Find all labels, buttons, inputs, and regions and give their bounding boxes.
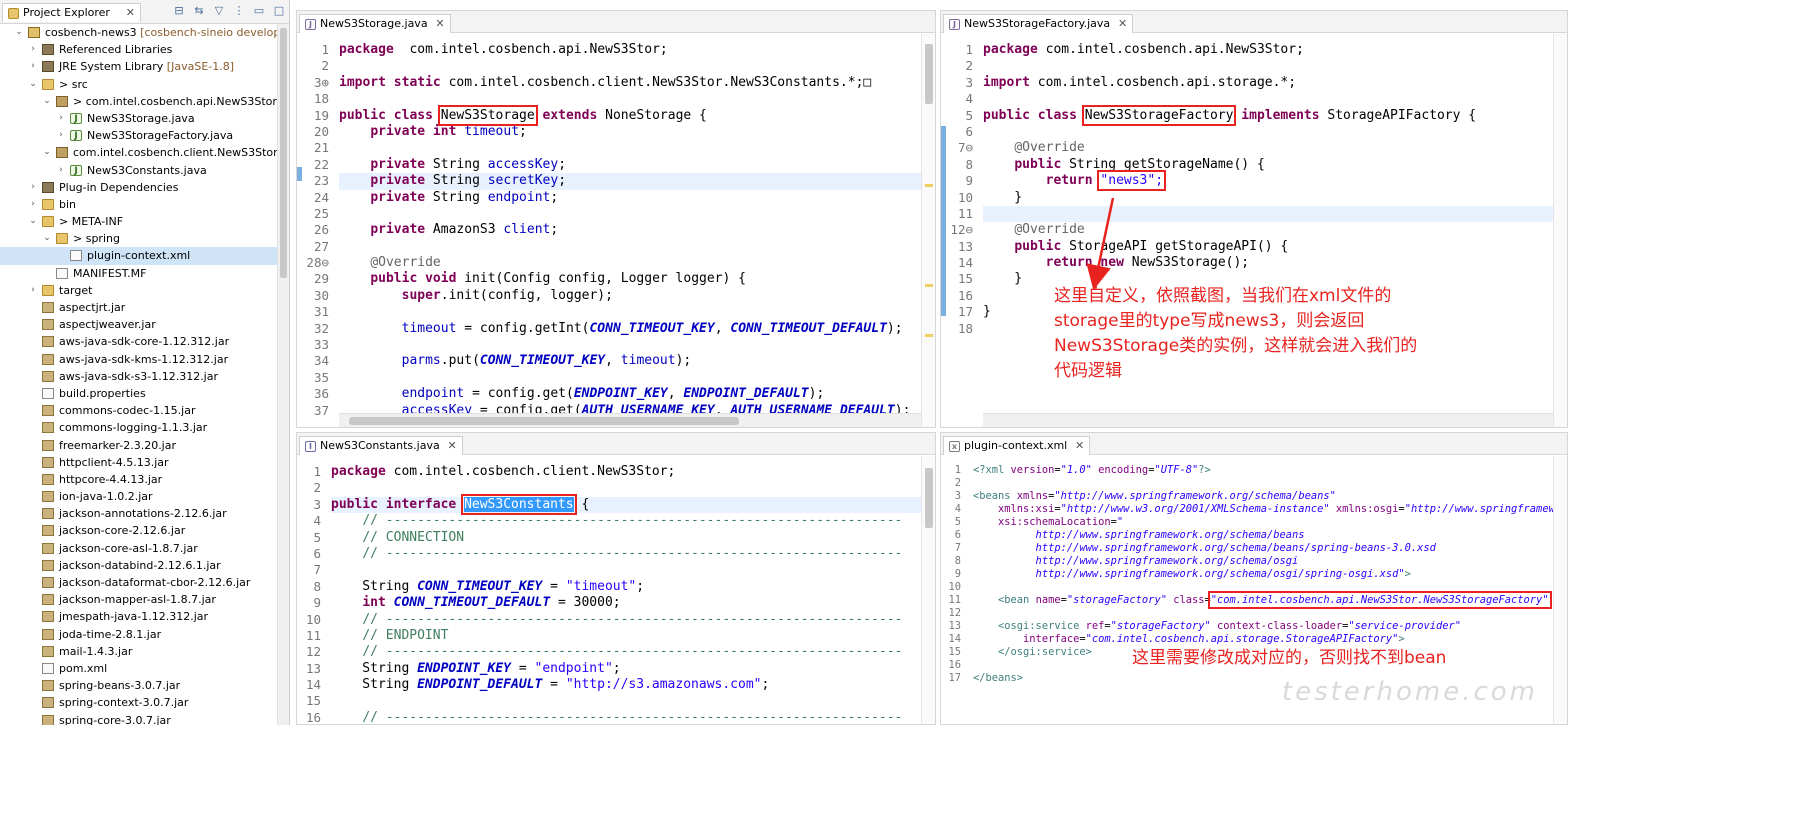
- factory-annotation: 这里自定义，依照截图，当我们在xml文件的 storage里的type写成new…: [1054, 284, 1417, 384]
- annotation-line: 代码逻辑: [1054, 361, 1122, 381]
- annotation-line: storage里的type写成news3，则会返回: [1054, 311, 1365, 331]
- watermark: testerhome.com: [1281, 677, 1538, 707]
- annotation-line: NewS3Storage类的实例，这样就会进入我们的: [1054, 336, 1418, 356]
- annotation-line: 这里自定义，依照截图，当我们在xml文件的: [1054, 286, 1392, 306]
- xml-annotation: 这里需要修改成对应的，否则找不到bean: [1132, 648, 1447, 668]
- annotation-arrow: [1086, 197, 1115, 291]
